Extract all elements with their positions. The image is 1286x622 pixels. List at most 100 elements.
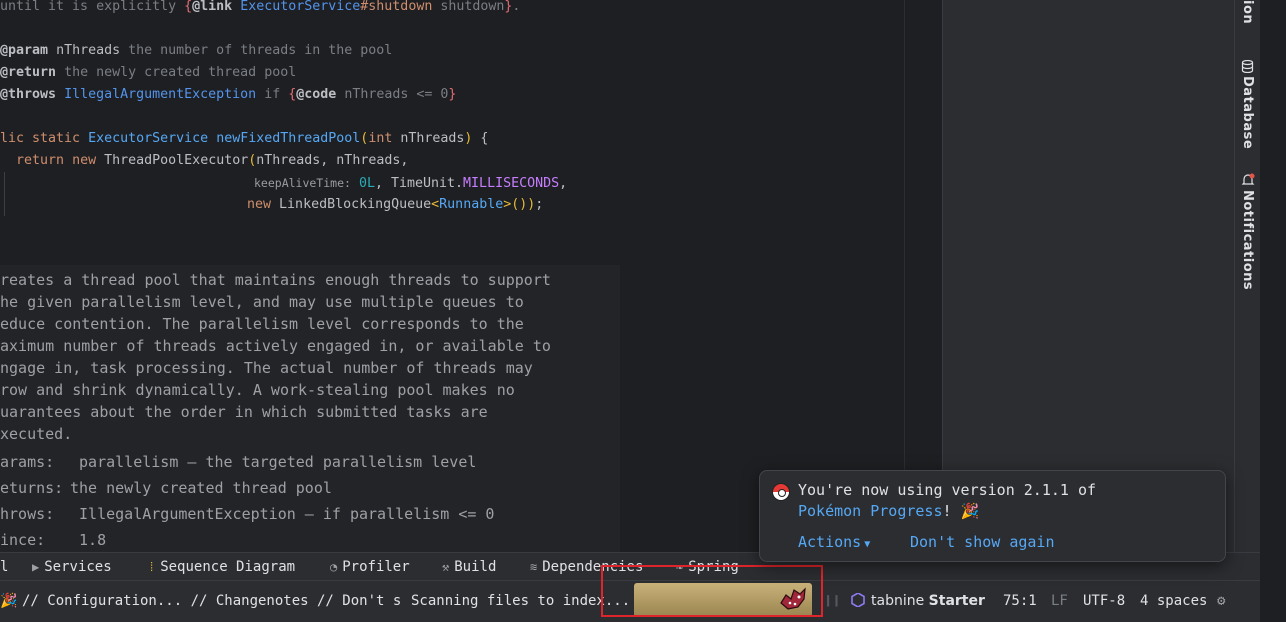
generic-type[interactable]: Runnable bbox=[439, 197, 503, 212]
actions-dropdown[interactable]: Actions ▼ bbox=[798, 532, 870, 555]
doc-member: #shutdown bbox=[360, 0, 433, 14]
doc-line: ngage in, task processing. The actual nu… bbox=[0, 359, 533, 377]
services-icon: ▶ bbox=[32, 560, 40, 574]
doc-value: parallelism – the targeted parallelism l… bbox=[79, 453, 477, 471]
tabnine-icon bbox=[851, 592, 865, 608]
doc-link[interactable]: ExecutorService bbox=[240, 0, 360, 14]
caret-position[interactable]: 75:1 bbox=[1003, 591, 1037, 611]
keyword: new bbox=[247, 197, 272, 212]
type-name[interactable]: ExecutorService bbox=[88, 131, 208, 146]
tab-label: Profiler bbox=[342, 559, 410, 575]
line-separator[interactable]: LF bbox=[1051, 591, 1068, 611]
brace: } bbox=[448, 87, 457, 102]
class-name[interactable]: LinkedBlockingQueue bbox=[279, 197, 431, 212]
tabnine-label: tabnine bbox=[871, 593, 925, 609]
doc-text: . bbox=[512, 0, 521, 14]
tool-window-notifications[interactable]: Notifications bbox=[1240, 190, 1255, 290]
status-message[interactable]: // Configuration... // Changenotes // Do… bbox=[22, 591, 401, 611]
tabnine-widget[interactable]: tabnine Starter bbox=[871, 591, 985, 611]
paren: ) bbox=[464, 131, 473, 146]
doc-param-name: nThreads bbox=[56, 43, 121, 58]
indexing-status[interactable]: Scanning files to index... bbox=[411, 591, 630, 611]
doc-tag: @throws bbox=[0, 87, 57, 102]
code-line: @param nThreads the number of threads in… bbox=[0, 40, 392, 62]
doc-returns: eturns: the newly created thread pool bbox=[0, 477, 332, 499]
indent-guide bbox=[4, 172, 5, 216]
indent-setting[interactable]: 4 spaces bbox=[1140, 591, 1207, 611]
code-line: return new ThreadPoolExecutor(nThreads, … bbox=[0, 150, 408, 172]
doc-params: arams: parallelism – the targeted parall… bbox=[0, 451, 476, 473]
doc-label: eturns: bbox=[0, 479, 64, 497]
tabnine-plan: Starter bbox=[928, 593, 985, 609]
constant: MILLISECONDS bbox=[463, 176, 560, 191]
doc-since: ince: 1.8 bbox=[0, 529, 106, 551]
doc-tag: @param bbox=[0, 43, 49, 58]
tab-partial[interactable]: l bbox=[0, 557, 8, 577]
notification-text: ! bbox=[942, 502, 952, 520]
keyword: return bbox=[16, 153, 65, 168]
doc-line: reates a thread pool that maintains enou… bbox=[0, 271, 551, 289]
doc-tag: @code bbox=[296, 87, 337, 102]
doc-value: the newly created thread pool bbox=[70, 479, 332, 497]
tab-services[interactable]: ▶ Services bbox=[32, 557, 112, 577]
doc-label: arams: bbox=[0, 453, 55, 471]
doc-tag: @link bbox=[192, 0, 233, 14]
code-line: keepAliveTime: 0L, TimeUnit.MILLISECONDS… bbox=[254, 176, 568, 191]
param-name: nThreads bbox=[400, 131, 465, 146]
actions-label: Actions bbox=[798, 533, 862, 551]
file-encoding[interactable]: UTF-8 bbox=[1083, 591, 1125, 611]
pause-icon[interactable]: ❙❙ bbox=[824, 591, 841, 611]
doc-line: he given parallelism level, and may use … bbox=[0, 293, 524, 311]
tab-label: Sequence Diagram bbox=[160, 559, 296, 575]
number-literal: 0L bbox=[358, 176, 375, 191]
doc-value: IllegalArgumentException – if parallelis… bbox=[79, 505, 495, 523]
doc-text: the number of threads in the pool bbox=[128, 43, 393, 58]
doc-line: aximum number of threads actively engage… bbox=[0, 337, 551, 355]
party-icon: 🎉 bbox=[960, 502, 980, 520]
class-name[interactable]: TimeUnit bbox=[391, 176, 455, 191]
tab-label: Services bbox=[44, 559, 112, 575]
notification-text: You're now using version 2.1.1 of bbox=[798, 481, 1097, 499]
tab-profiler[interactable]: ◔ Profiler bbox=[330, 557, 410, 577]
doc-label: hrows: bbox=[0, 505, 55, 523]
doc-label: shutdown bbox=[440, 0, 505, 14]
right-tool-strip: ion Database Notifications bbox=[1234, 0, 1261, 580]
doc-text: if bbox=[264, 87, 281, 102]
keyword: int bbox=[368, 131, 393, 146]
doc-throws: hrows: IllegalArgumentException – if par… bbox=[0, 503, 494, 525]
highlight-box bbox=[601, 565, 823, 617]
tab-sequence-diagram[interactable]: ⁞ Sequence Diagram bbox=[148, 557, 295, 577]
notification-popup: You're now using version 2.1.1 of Pokémo… bbox=[759, 470, 1226, 562]
param-hint: keepAliveTime: bbox=[254, 176, 351, 190]
brace: { bbox=[184, 0, 193, 14]
code-line: lic static ExecutorService newFixedThrea… bbox=[0, 131, 489, 146]
code-line: @return the newly created thread pool bbox=[0, 62, 296, 84]
doc-link[interactable]: IllegalArgumentException bbox=[64, 87, 256, 102]
doc-line: uarantees about the order in which submi… bbox=[0, 403, 488, 421]
method-name[interactable]: newFixedThreadPool bbox=[216, 131, 360, 146]
tool-window-database[interactable]: Database bbox=[1240, 76, 1255, 149]
profiler-icon: ◔ bbox=[330, 560, 338, 574]
chevron-down-icon: ▼ bbox=[864, 539, 871, 550]
doc-line: row and shrink dynamically. A work-steal… bbox=[0, 381, 515, 399]
doc-text: until it is explicitly bbox=[0, 0, 185, 14]
tab-build[interactable]: ⚒ Build bbox=[442, 557, 496, 577]
class-name[interactable]: ThreadPoolExecutor bbox=[104, 153, 248, 168]
code-line: until it is explicitly {@link ExecutorSe… bbox=[0, 0, 520, 18]
paren: ()) bbox=[511, 197, 536, 212]
dont-show-again-link[interactable]: Don't show again bbox=[910, 532, 1055, 553]
doc-label: ince: bbox=[0, 531, 46, 549]
tool-window-partial[interactable]: ion bbox=[1240, 0, 1255, 24]
plugin-link[interactable]: Pokémon Progress bbox=[798, 502, 943, 520]
code-line: new LinkedBlockingQueue<Runnable>()); bbox=[247, 197, 544, 212]
keyword: new bbox=[72, 153, 97, 168]
doc-text: the newly created thread pool bbox=[64, 65, 297, 80]
rendered-javadoc: reates a thread pool that maintains enou… bbox=[0, 265, 620, 552]
doc-tag: @return bbox=[0, 65, 57, 80]
args: nThreads, nThreads, bbox=[256, 153, 409, 168]
doc-line: xecuted. bbox=[0, 425, 73, 443]
angle: < bbox=[431, 197, 440, 212]
settings-icon[interactable]: ⚙ bbox=[1217, 591, 1225, 611]
party-icon: 🎉 bbox=[0, 593, 18, 609]
tab-label: Build bbox=[454, 559, 497, 575]
